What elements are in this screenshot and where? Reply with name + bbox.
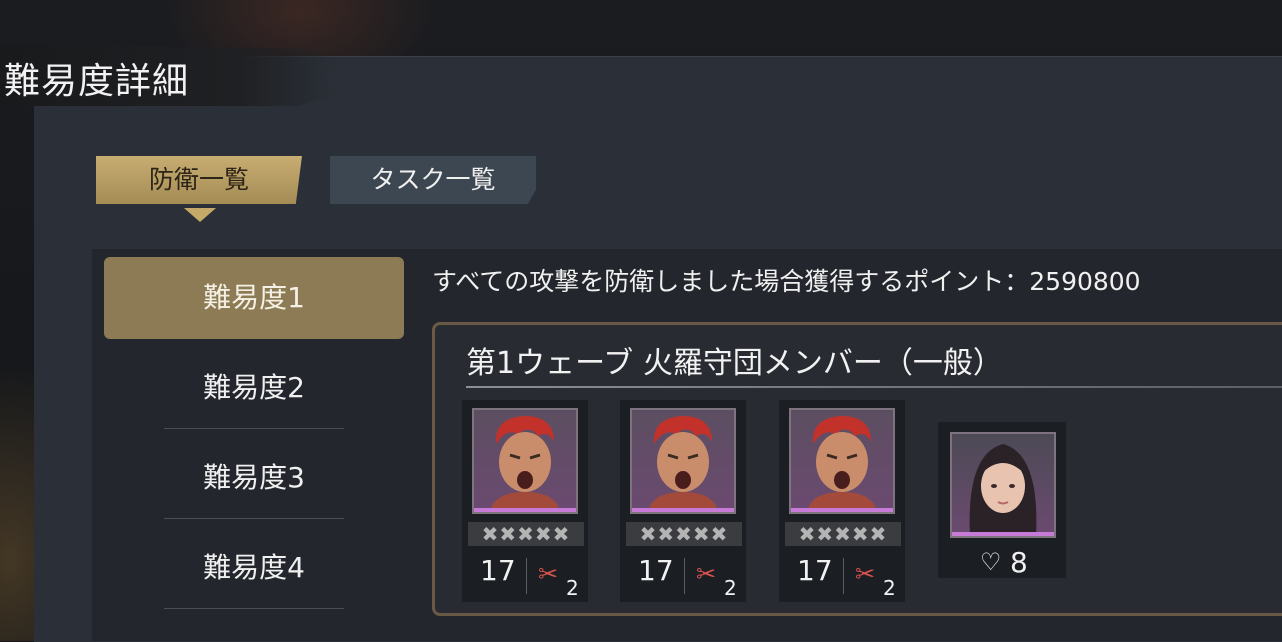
dark-hair-woman-portrait-icon: [950, 432, 1056, 538]
difficulty-item-4[interactable]: 難易度4: [104, 527, 404, 609]
active-tab-indicator: [184, 208, 216, 222]
heart-icon: ♡: [980, 548, 1002, 576]
star-rating: ✖✖✖✖✖: [626, 522, 742, 546]
heart-count: 8: [1010, 546, 1028, 579]
wave-title-underline: [466, 386, 1282, 388]
level-value: 17: [480, 554, 516, 587]
difficulty-item-1[interactable]: 難易度1: [104, 257, 404, 339]
skill-count: 2: [566, 576, 579, 600]
skill-count: 2: [883, 576, 896, 600]
difficulty-item-2[interactable]: 難易度2: [104, 347, 404, 429]
rarity-bar: [952, 532, 1054, 536]
rarity-bar: [791, 508, 893, 512]
tab-task-list[interactable]: タスク一覧: [330, 156, 536, 204]
divider: [164, 518, 344, 519]
stat-separator: [843, 558, 844, 594]
divider: [164, 608, 344, 609]
star-rating: ✖✖✖✖✖: [468, 522, 584, 546]
stat-separator: [684, 558, 685, 594]
heart-skill-icon: ✂: [855, 560, 876, 588]
rarity-bar: [474, 508, 576, 512]
tab-defense-list[interactable]: 防衛一覧: [96, 156, 302, 204]
difficulty-item-3[interactable]: 難易度3: [104, 437, 404, 519]
divider: [164, 428, 344, 429]
red-hair-man-portrait-icon: [630, 408, 736, 514]
enemy-card[interactable]: ✖✖✖✖✖ 17 ✂ 2: [779, 400, 905, 602]
level-value: 17: [638, 554, 674, 587]
heart-skill-icon: ✂: [538, 560, 559, 588]
stat-separator: [526, 558, 527, 594]
red-hair-man-portrait-icon: [472, 408, 578, 514]
points-description: すべての攻撃を防衛しました場合獲得するポイント：2590800: [432, 267, 1141, 296]
star-rating: ✖✖✖✖✖: [785, 522, 901, 546]
skill-count: 2: [724, 576, 737, 600]
ally-card[interactable]: ♡ 8: [938, 422, 1066, 579]
page-title: 難易度詳細: [4, 61, 190, 102]
enemy-card[interactable]: ✖✖✖✖✖ 17 ✂ 2: [462, 400, 588, 602]
wave-title: 第1ウェーブ 火羅守団メンバー（一般）: [466, 346, 1003, 381]
rarity-bar: [632, 508, 734, 512]
enemy-card[interactable]: ✖✖✖✖✖ 17 ✂ 2: [620, 400, 746, 602]
red-hair-man-portrait-icon: [789, 408, 895, 514]
level-value: 17: [797, 554, 833, 587]
heart-skill-icon: ✂: [696, 560, 717, 588]
